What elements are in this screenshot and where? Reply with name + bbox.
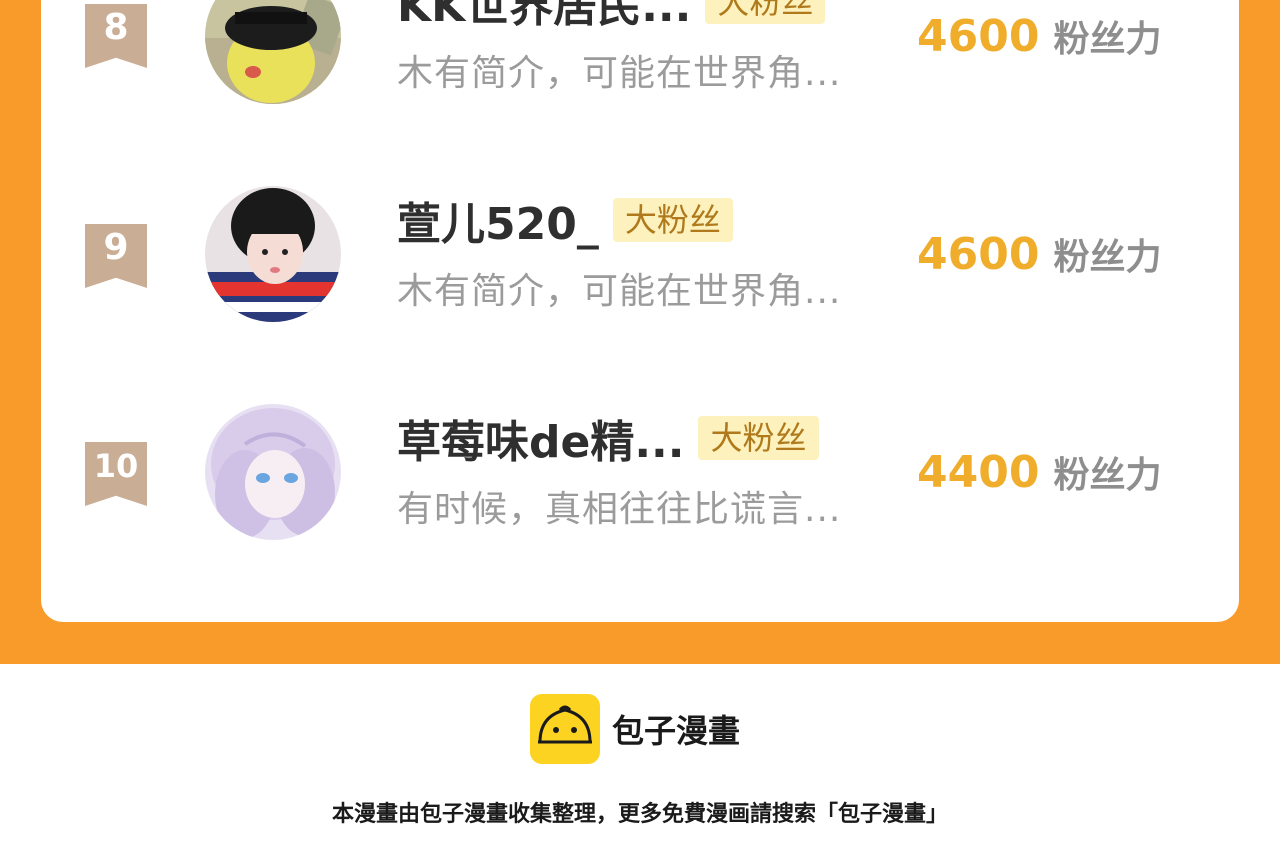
fan-power-value: 4600 bbox=[917, 229, 1040, 280]
user-name[interactable]: KK世界居民... bbox=[397, 0, 691, 34]
avatar[interactable] bbox=[205, 404, 341, 540]
user-name-line: 萱儿520_ 大粉丝 bbox=[397, 192, 733, 250]
fan-power: 4600 粉丝力 bbox=[917, 228, 1177, 280]
fan-power-unit: 粉丝力 bbox=[1053, 237, 1162, 278]
anime-girl-avatar bbox=[205, 404, 341, 540]
user-bio: 有时候，真相往往比谎言... bbox=[397, 489, 842, 530]
footer-brand: 包子漫畫 bbox=[612, 712, 741, 750]
fan-level-badge: 大粉丝 bbox=[698, 416, 819, 460]
rank-tag: 9 bbox=[85, 224, 147, 288]
user-name-line: 草莓味de精... 大粉丝 bbox=[397, 410, 819, 468]
user-name[interactable]: 萱儿520_ bbox=[397, 188, 599, 252]
leaderboard-row[interactable]: 10 草莓味de精... 大粉丝 有时候，真相往往比谎言... 4400 粉丝力 bbox=[41, 396, 1239, 546]
avatar[interactable] bbox=[205, 186, 341, 322]
fan-power-value: 4400 bbox=[917, 447, 1040, 498]
fan-level-badge: 大粉丝 bbox=[612, 198, 733, 242]
fan-power-unit: 粉丝力 bbox=[1053, 19, 1162, 60]
fan-power: 4400 粉丝力 bbox=[917, 446, 1177, 498]
user-bio: 木有简介，可能在世界角... bbox=[397, 271, 842, 312]
avatar[interactable] bbox=[205, 0, 341, 104]
fan-power: 4600 粉丝力 bbox=[917, 10, 1177, 62]
user-bio: 木有简介，可能在世界角... bbox=[397, 53, 842, 94]
leaderboard-card: 8 KK世界居民... 大粉丝 木有简介，可能在世界角... 4600 粉丝力 … bbox=[41, 0, 1239, 622]
bun-mascot-icon bbox=[530, 694, 600, 764]
rank-tag: 10 bbox=[85, 442, 147, 506]
user-name-line: KK世界居民... 大粉丝 bbox=[397, 0, 826, 32]
rank-tag: 8 bbox=[85, 4, 147, 68]
fan-power-value: 4600 bbox=[917, 11, 1040, 62]
pikachu-sunglasses-avatar bbox=[205, 0, 341, 104]
footer-note: 本漫畫由包子漫畫收集整理，更多免費漫画請搜索「包子漫畫」 bbox=[331, 802, 948, 827]
fan-level-badge: 大粉丝 bbox=[705, 0, 826, 24]
user-name[interactable]: 草莓味de精... bbox=[397, 406, 684, 470]
leaderboard-row[interactable]: 8 KK世界居民... 大粉丝 木有简介，可能在世界角... 4600 粉丝力 bbox=[41, 0, 1239, 110]
girl-portrait-avatar bbox=[205, 186, 341, 322]
fan-power-unit: 粉丝力 bbox=[1053, 455, 1162, 496]
leaderboard-row[interactable]: 9 萱儿520_ 大粉丝 木有简介，可能在世界角... 4600 粉丝力 bbox=[41, 178, 1239, 328]
